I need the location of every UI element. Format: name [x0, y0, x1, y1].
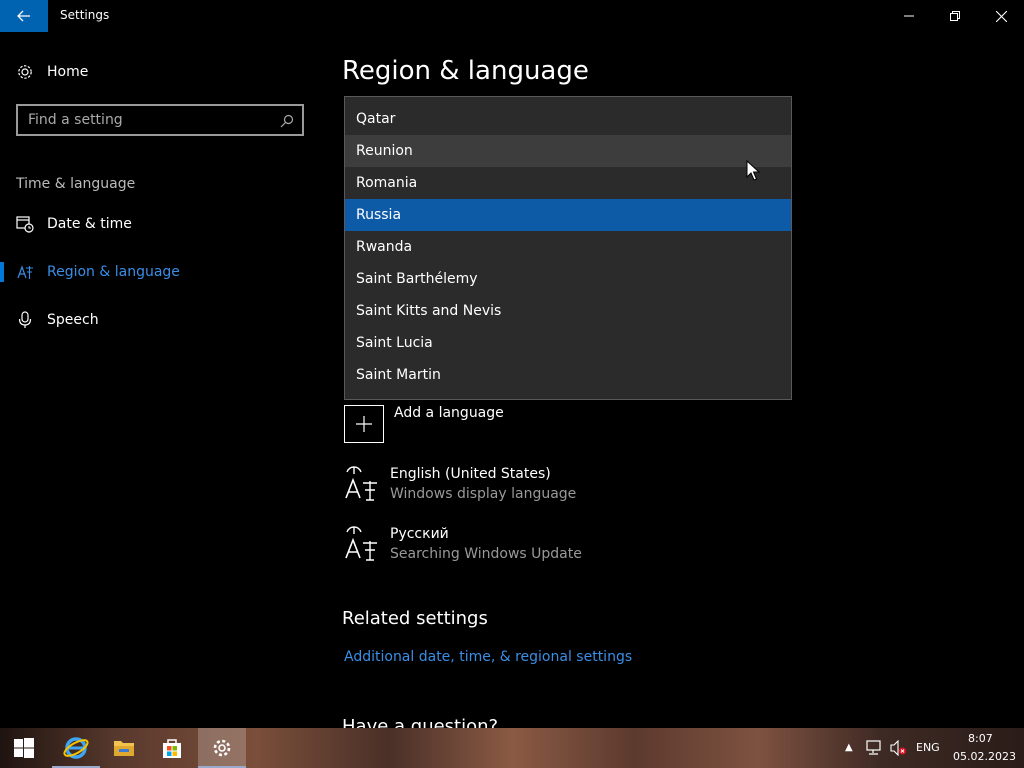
back-button[interactable] [0, 0, 48, 32]
dropdown-option[interactable]: Qatar [345, 103, 791, 135]
volume-muted-icon[interactable] [889, 739, 907, 760]
active-indicator [0, 262, 4, 282]
close-icon [995, 10, 1007, 22]
microphone-icon [16, 311, 34, 329]
network-icon[interactable] [865, 740, 883, 760]
sidebar-item-label: Home [47, 64, 89, 80]
dropdown-option-hovered[interactable]: Reunion [345, 135, 791, 167]
search-placeholder: Find a setting [28, 112, 123, 128]
language-status: Windows display language [390, 486, 577, 502]
minimize-button[interactable] [886, 0, 932, 32]
dropdown-option[interactable]: Saint Martin [345, 359, 791, 391]
sidebar: Home Find a setting Time & language Date… [0, 32, 320, 728]
dropdown-option-selected[interactable]: Russia [345, 199, 791, 231]
language-item-russian[interactable]: Русский Searching Windows Update [344, 526, 744, 570]
start-icon [14, 738, 34, 758]
sidebar-group-label: Time & language [16, 176, 136, 192]
dropdown-option[interactable]: Saint Lucia [345, 327, 791, 359]
title-bar: Settings [0, 0, 1024, 32]
sidebar-item-date-time[interactable]: Date & time [0, 204, 320, 244]
start-button[interactable] [0, 728, 48, 768]
additional-settings-link[interactable]: Additional date, time, & regional settin… [344, 649, 632, 665]
input-language-indicator[interactable]: ENG [916, 741, 940, 754]
minimize-icon [904, 15, 914, 17]
show-hidden-icons-icon[interactable]: ▲ [845, 742, 853, 753]
search-input[interactable]: Find a setting [16, 104, 304, 136]
sidebar-item-label: Date & time [47, 216, 132, 232]
restore-icon [950, 11, 960, 21]
related-settings-heading: Related settings [342, 608, 488, 629]
country-dropdown-list[interactable]: Qatar Reunion Romania Russia Rwanda Sain… [344, 96, 792, 400]
restore-button[interactable] [932, 0, 978, 32]
dropdown-option[interactable]: Saint Kitts and Nevis [345, 295, 791, 327]
sidebar-item-region-language[interactable]: Region & language [0, 252, 320, 292]
taskbar-internet-explorer[interactable] [52, 728, 100, 768]
dropdown-option[interactable]: Saint Barthélemy [345, 263, 791, 295]
language-icon [344, 466, 380, 506]
close-button[interactable] [978, 0, 1024, 32]
taskbar-store[interactable] [148, 728, 196, 768]
sidebar-item-label: Region & language [47, 264, 180, 280]
sidebar-item-speech[interactable]: Speech [0, 300, 320, 340]
region-language-icon [16, 263, 34, 281]
language-status: Searching Windows Update [390, 546, 582, 562]
sidebar-item-label: Speech [47, 312, 99, 328]
language-name: Русский [390, 526, 449, 542]
gear-icon [16, 63, 34, 81]
taskbar: ▲ ENG 8:07 05.02.2023 [0, 728, 1024, 768]
plus-icon [344, 405, 384, 443]
settings-icon [213, 739, 231, 757]
page-title: Region & language [342, 56, 589, 86]
search-icon [280, 113, 294, 132]
main-content: Region & language Qatar Reunion Romania … [320, 32, 1024, 728]
language-icon [344, 526, 380, 566]
dropdown-option[interactable]: Rwanda [345, 231, 791, 263]
sidebar-item-home[interactable]: Home [0, 52, 320, 92]
taskbar-file-explorer[interactable] [100, 728, 148, 768]
dropdown-option[interactable]: Romania [345, 167, 791, 199]
internet-explorer-icon [63, 737, 89, 759]
add-language-button[interactable]: Add a language [344, 405, 644, 445]
language-name: English (United States) [390, 466, 551, 482]
store-icon [163, 739, 181, 758]
back-arrow-icon [17, 10, 30, 22]
taskbar-settings[interactable] [198, 728, 246, 768]
file-explorer-icon [114, 741, 134, 756]
date-time-icon [16, 215, 34, 233]
window-title: Settings [60, 8, 110, 22]
add-language-label: Add a language [394, 405, 504, 421]
language-item-english[interactable]: English (United States) Windows display … [344, 466, 744, 510]
clock-date[interactable]: 05.02.2023 [953, 750, 1016, 763]
clock-time[interactable]: 8:07 [968, 732, 993, 745]
question-heading: Have a question? [342, 716, 499, 728]
mouse-cursor-icon [746, 160, 760, 181]
